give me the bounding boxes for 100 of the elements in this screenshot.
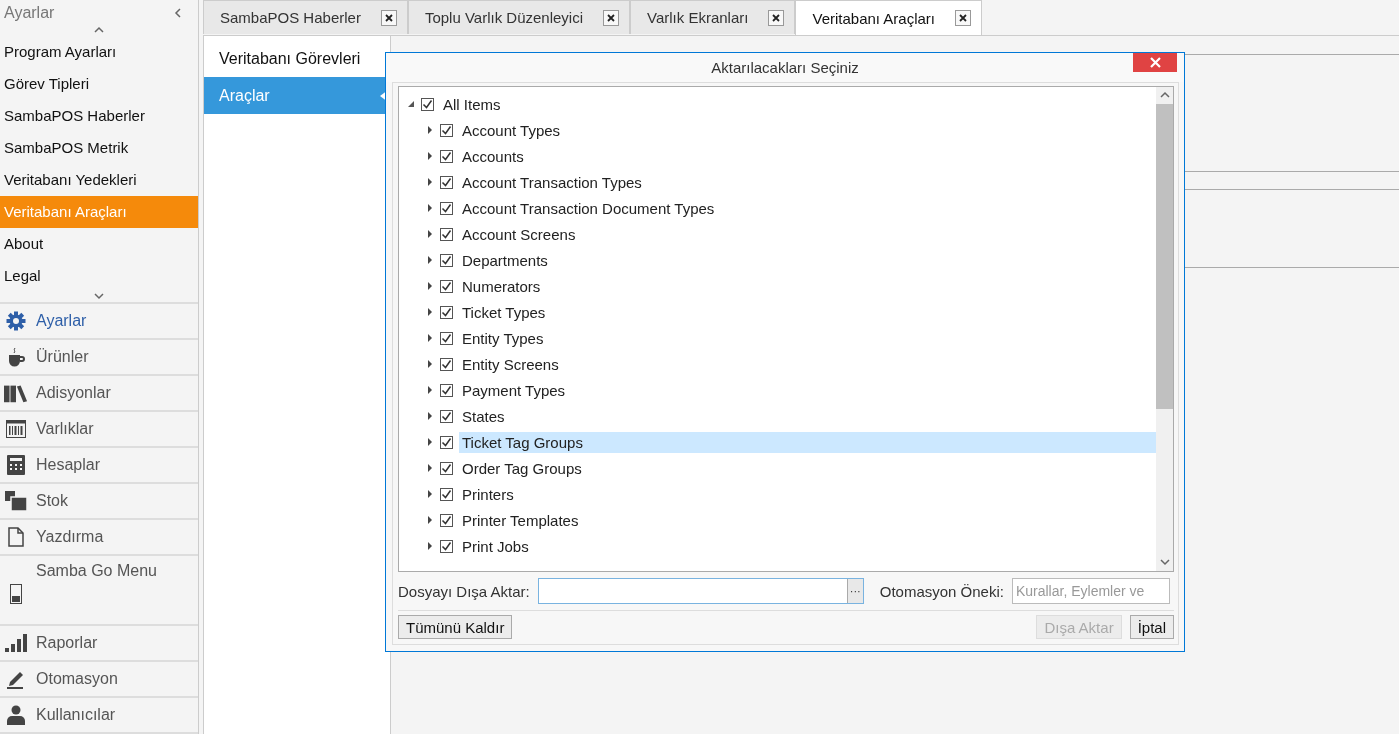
- tree-item[interactable]: All Items: [440, 93, 504, 115]
- tab[interactable]: Veritabanı Araçları: [795, 0, 983, 35]
- expand-arrow-icon[interactable]: [426, 152, 434, 160]
- tab[interactable]: Varlık Ekranları: [630, 0, 796, 34]
- sidebar-title: Ayarlar: [4, 4, 55, 22]
- nav-item[interactable]: Hesaplar: [0, 448, 198, 484]
- checkbox[interactable]: [421, 97, 434, 111]
- checkbox[interactable]: [440, 435, 453, 449]
- tab[interactable]: Toplu Varlık Düzenleyici: [407, 0, 631, 34]
- tree-item[interactable]: Ticket Tag Groups: [459, 431, 1156, 453]
- collapse-icon[interactable]: [174, 8, 184, 18]
- nav-item[interactable]: Otomasyon: [0, 662, 198, 698]
- expand-arrow-icon[interactable]: [426, 230, 434, 238]
- tab[interactable]: SambaPOS Haberler: [203, 0, 408, 34]
- close-icon[interactable]: [955, 10, 972, 26]
- nav-item[interactable]: Adisyonlar: [0, 376, 198, 412]
- cup-icon: [7, 347, 25, 367]
- tree-item[interactable]: States: [459, 405, 508, 427]
- file-path-field[interactable]: ···: [537, 578, 864, 604]
- dialog-button[interactable]: Tümünü Kaldır: [398, 615, 513, 639]
- nav-item[interactable]: Ayarlar: [0, 304, 198, 340]
- books-icon: [4, 383, 28, 403]
- nav-item[interactable]: Varlıklar: [0, 412, 198, 448]
- checkbox[interactable]: [440, 149, 453, 163]
- checkbox[interactable]: [440, 357, 453, 371]
- sidebar-item[interactable]: About: [0, 228, 198, 260]
- checkbox[interactable]: [440, 409, 453, 423]
- close-icon[interactable]: [380, 9, 397, 26]
- expand-arrow-icon[interactable]: [426, 360, 434, 368]
- checkbox[interactable]: [440, 279, 453, 293]
- collapse-arrow-icon[interactable]: [407, 100, 415, 108]
- tree-item[interactable]: Entity Screens: [459, 353, 562, 375]
- bar-chart-icon: [5, 634, 27, 652]
- expand-arrow-icon[interactable]: [426, 516, 434, 524]
- checkbox[interactable]: [440, 383, 453, 397]
- checkbox[interactable]: [440, 461, 453, 475]
- expand-arrow-icon[interactable]: [426, 490, 434, 498]
- nav-item[interactable]: Yazdırma: [0, 520, 198, 556]
- tree-item[interactable]: Printer Templates: [459, 509, 582, 531]
- tree-item[interactable]: Account Screens: [459, 223, 579, 245]
- expand-arrow-icon[interactable]: [426, 204, 434, 212]
- nav-item[interactable]: Ürünler: [0, 340, 198, 376]
- scrollbar[interactable]: [1156, 87, 1173, 571]
- expand-arrow-icon[interactable]: [426, 412, 434, 420]
- dialog-button[interactable]: İptal: [1129, 615, 1174, 639]
- nav-item[interactable]: Stok: [0, 484, 198, 520]
- sidebar-item[interactable]: SambaPOS Haberler: [0, 100, 198, 132]
- checkbox[interactable]: [440, 175, 453, 189]
- dialog-title: Aktarılacakları Seçiniz: [711, 59, 859, 76]
- checkbox[interactable]: [440, 487, 453, 501]
- sidebar-item[interactable]: Legal: [0, 260, 198, 292]
- scroll-down-icon[interactable]: [94, 292, 104, 302]
- nav-item[interactable]: Raporlar: [0, 626, 198, 662]
- tree-item[interactable]: Printers: [459, 483, 517, 505]
- scroll-down-icon[interactable]: [1159, 557, 1170, 568]
- expand-arrow-icon[interactable]: [426, 282, 434, 290]
- expand-arrow-icon[interactable]: [426, 178, 434, 186]
- pen-icon: [6, 669, 26, 689]
- phone-icon: [10, 584, 22, 604]
- field-label: Dosyayı Dışa Aktar:: [398, 582, 530, 600]
- tree-item[interactable]: Departments: [459, 249, 551, 271]
- sidebar-item[interactable]: Veritabanı Yedekleri: [0, 164, 198, 196]
- tree-item[interactable]: Entity Types: [459, 327, 547, 349]
- tree-item[interactable]: Account Types: [459, 119, 564, 141]
- nav-item[interactable]: Samba Go Menu: [0, 556, 198, 626]
- nav-item[interactable]: Kullanıcılar: [0, 698, 198, 734]
- expand-arrow-icon[interactable]: [426, 438, 434, 446]
- prefix-field[interactable]: Kurallar, Eylemler ve: [1011, 578, 1170, 604]
- document-icon: [8, 527, 24, 547]
- checkbox[interactable]: [440, 331, 453, 345]
- expand-arrow-icon[interactable]: [426, 256, 434, 264]
- tree-item[interactable]: Print Jobs: [459, 535, 532, 557]
- tree-item[interactable]: Order Tag Groups: [459, 457, 585, 479]
- expand-arrow-icon[interactable]: [426, 464, 434, 472]
- sidebar-item[interactable]: Görev Tipleri: [0, 68, 198, 100]
- checkbox[interactable]: [440, 227, 453, 241]
- close-icon[interactable]: [768, 9, 785, 26]
- expand-arrow-icon[interactable]: [426, 386, 434, 394]
- expand-arrow-icon[interactable]: [426, 308, 434, 316]
- tree-item[interactable]: Accounts: [459, 145, 527, 167]
- tree-item[interactable]: Payment Types: [459, 379, 569, 401]
- checkbox[interactable]: [440, 123, 453, 137]
- expand-arrow-icon[interactable]: [426, 542, 434, 550]
- close-button[interactable]: [1133, 53, 1177, 72]
- checkbox[interactable]: [440, 305, 453, 319]
- checkbox[interactable]: [440, 201, 453, 215]
- tree-item[interactable]: Numerators: [459, 275, 544, 297]
- tree-item[interactable]: Account Transaction Document Types: [459, 197, 718, 219]
- calculator-icon: [7, 455, 25, 475]
- expand-arrow-icon[interactable]: [426, 334, 434, 342]
- expand-arrow-icon[interactable]: [426, 126, 434, 134]
- user-icon: [6, 705, 26, 725]
- sidebar-item[interactable]: SambaPOS Metrik: [0, 132, 198, 164]
- checkbox[interactable]: [440, 253, 453, 267]
- checkbox[interactable]: [440, 513, 453, 527]
- sidebar-item[interactable]: Program Ayarları: [0, 36, 198, 68]
- tree-item[interactable]: Account Transaction Types: [459, 171, 645, 193]
- close-icon[interactable]: [603, 9, 620, 26]
- tree-item[interactable]: Ticket Types: [459, 301, 549, 323]
- checkbox[interactable]: [440, 539, 453, 553]
